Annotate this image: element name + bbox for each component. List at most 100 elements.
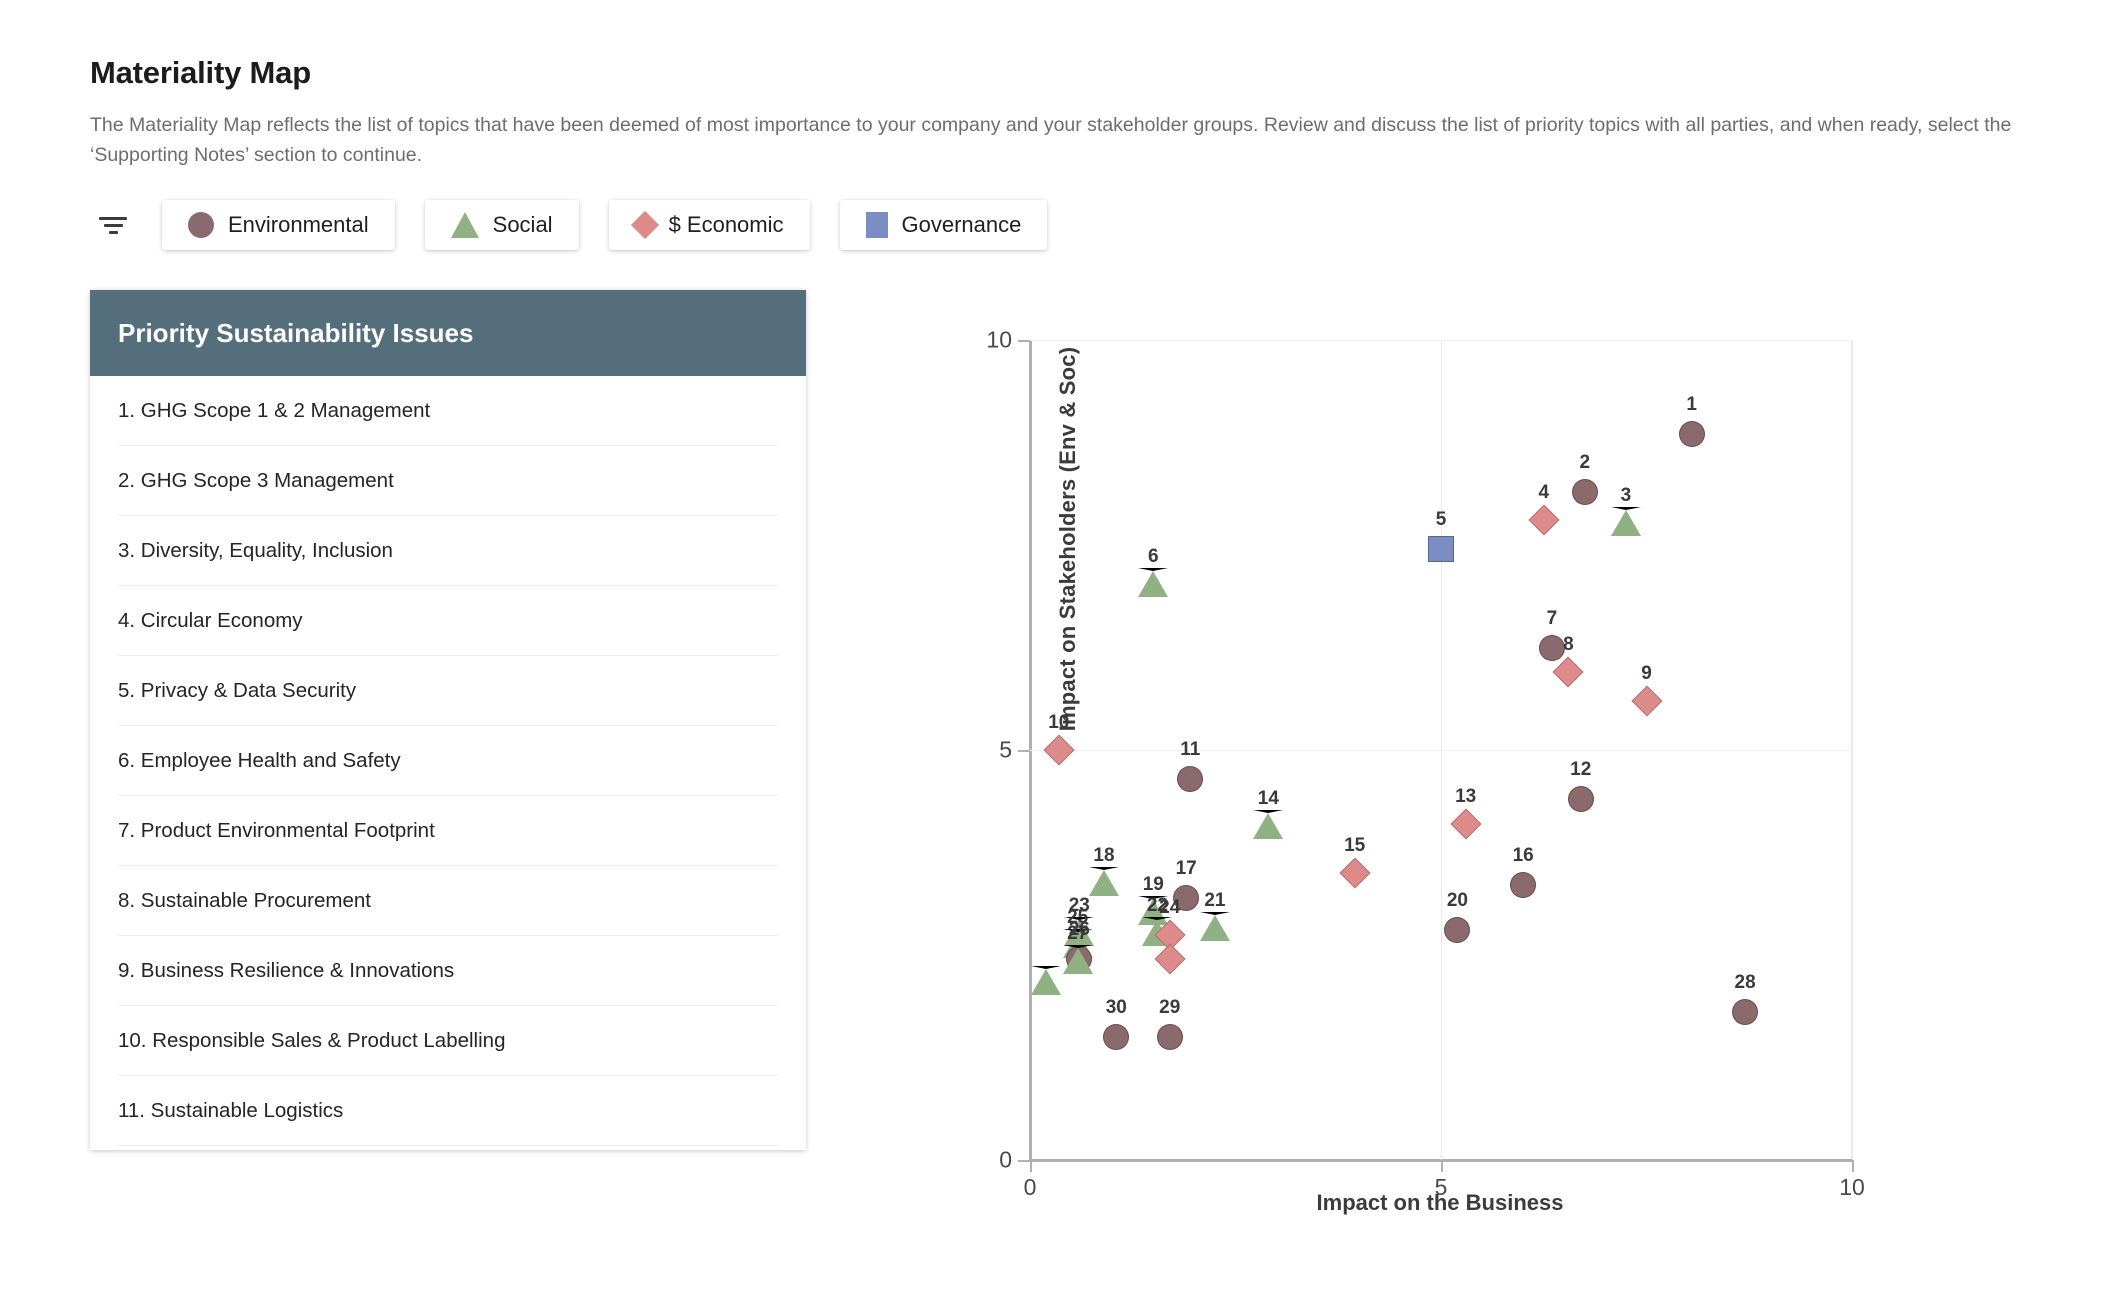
issue-label: 3. Diversity, Equality, Inclusion bbox=[118, 538, 393, 562]
scatter-point-17[interactable] bbox=[1173, 884, 1200, 911]
scatter-point-29[interactable] bbox=[1156, 1024, 1183, 1050]
scatter-point-18[interactable] bbox=[1088, 867, 1119, 897]
legend-chip-circle[interactable]: Environmental bbox=[162, 200, 395, 250]
scatter-point-label: 19 bbox=[1142, 874, 1164, 895]
gridline-vertical bbox=[1852, 340, 1853, 1160]
scatter-point-6[interactable] bbox=[1138, 568, 1169, 598]
scatter-point-label: 20 bbox=[1446, 890, 1469, 912]
x-axis-tick bbox=[1030, 1160, 1032, 1172]
priority-issues-panel: Priority Sustainability Issues 1. GHG Sc… bbox=[90, 290, 806, 1150]
issue-label: 9. Business Resilience & Innovations bbox=[118, 958, 455, 982]
issue-list-item[interactable]: 4. Circular Economy bbox=[118, 586, 778, 656]
scatter-point-10[interactable] bbox=[1043, 734, 1075, 766]
x-axis-tick-label: 0 bbox=[1023, 1174, 1037, 1200]
issue-list-item[interactable]: 9. Business Resilience & Innovations bbox=[118, 936, 778, 1006]
scatter-point-label: 29 bbox=[1159, 997, 1181, 1018]
legend-filter-bar: Environmental Social $ Economic Governance bbox=[90, 200, 1077, 250]
scatter-point-24b[interactable] bbox=[1154, 943, 1186, 975]
scatter-point-label: 3 bbox=[1620, 484, 1632, 506]
materiality-scatter-chart: Impact on Stakeholders (Env & Soc) Impac… bbox=[880, 290, 2060, 1270]
scatter-point-21[interactable] bbox=[1199, 912, 1230, 942]
y-axis-tick-label: 0 bbox=[999, 1146, 1012, 1173]
scatter-point-2[interactable] bbox=[1571, 478, 1598, 505]
issue-list-item[interactable]: 1. GHG Scope 1 & 2 Management bbox=[118, 376, 778, 446]
scatter-point-11[interactable] bbox=[1177, 765, 1204, 792]
scatter-point-27[interactable] bbox=[1062, 945, 1093, 975]
scatter-point-20[interactable] bbox=[1444, 917, 1471, 944]
materiality-map-page: Materiality Map The Materiality Map refl… bbox=[0, 0, 2108, 1291]
scatter-point-label: 23 bbox=[1068, 894, 1090, 916]
legend-chip-triangle[interactable]: Social bbox=[424, 200, 579, 250]
scatter-point-label: 15 bbox=[1344, 835, 1366, 856]
scatter-point-label: 18 bbox=[1093, 845, 1115, 867]
x-axis-tick bbox=[1852, 1160, 1854, 1172]
issue-label: 5. Privacy & Data Security bbox=[118, 678, 357, 702]
issue-list-item[interactable]: 2. GHG Scope 3 Management bbox=[118, 446, 778, 516]
plot-area: 0 5 10 0 5 10 1 2 3 4 5 6 7 8 9 10 11 12 13 14 15 16 17 18 19 20 2… bbox=[986, 327, 1864, 1201]
issue-label: 6. Employee Health and Safety bbox=[118, 748, 401, 772]
filter-icon[interactable] bbox=[90, 208, 136, 242]
scatter-point-3[interactable] bbox=[1610, 506, 1641, 536]
x-axis-tick-label: 5 bbox=[1434, 1174, 1448, 1200]
scatter-point-9[interactable] bbox=[1630, 685, 1663, 717]
legend-chip-square[interactable]: Governance bbox=[839, 200, 1048, 250]
scatter-point-4[interactable] bbox=[1528, 504, 1560, 536]
scatter-point-8[interactable] bbox=[1552, 656, 1584, 688]
y-axis-tick bbox=[1018, 750, 1030, 752]
scatter-point-label: 6 bbox=[1148, 546, 1159, 567]
priority-issues-header: Priority Sustainability Issues bbox=[90, 290, 806, 376]
x-axis-tick-label: 10 bbox=[1839, 1174, 1865, 1200]
legend-label: Environmental bbox=[228, 212, 369, 237]
page-title: Materiality Map bbox=[90, 55, 311, 90]
scatter-point-label: 13 bbox=[1455, 785, 1477, 807]
issue-list-item[interactable]: 10. Responsible Sales & Product Labellin… bbox=[118, 1006, 778, 1076]
priority-issues-list: 1. GHG Scope 1 & 2 Management 2. GHG Scop… bbox=[90, 376, 806, 1150]
scatter-point-label: 10 bbox=[1048, 712, 1070, 733]
gridline-horizontal bbox=[1030, 750, 1852, 751]
issue-list-item[interactable]: 8. Sustainable Procurement bbox=[118, 866, 778, 936]
scatter-point-label: 30 bbox=[1105, 997, 1127, 1018]
legend-chip-diamond[interactable]: $ Economic bbox=[608, 200, 810, 250]
scatter-point-5[interactable] bbox=[1428, 536, 1454, 563]
legend-label: $ Economic bbox=[668, 212, 784, 237]
square-icon bbox=[865, 212, 888, 238]
y-axis-tick-label: 5 bbox=[999, 736, 1012, 763]
scatter-point-14[interactable] bbox=[1253, 809, 1284, 839]
scatter-point-30[interactable] bbox=[1103, 1024, 1130, 1050]
scatter-point-13[interactable] bbox=[1450, 808, 1482, 840]
scatter-point-label: 9 bbox=[1641, 662, 1652, 684]
issue-label: 8. Sustainable Procurement bbox=[118, 888, 371, 912]
issue-label: 4. Circular Economy bbox=[118, 608, 303, 632]
priority-issues-title: Priority Sustainability Issues bbox=[118, 317, 474, 348]
issue-list-item[interactable]: 3. Diversity, Equality, Inclusion bbox=[118, 516, 778, 586]
diamond-icon bbox=[630, 210, 659, 240]
scatter-point-12[interactable] bbox=[1567, 786, 1594, 813]
circle-icon bbox=[188, 212, 214, 238]
legend-label: Social bbox=[492, 212, 553, 237]
issue-label: 2. GHG Scope 3 Management bbox=[118, 468, 394, 492]
page-description: The Materiality Map reflects the list of… bbox=[90, 114, 2012, 167]
issue-list-item[interactable]: 11. Sustainable Logistics bbox=[118, 1076, 778, 1146]
scatter-point-label: 4 bbox=[1538, 482, 1550, 504]
issue-list-item[interactable]: 7. Product Environmental Footprint bbox=[118, 796, 778, 866]
scatter-point-28[interactable] bbox=[1732, 999, 1759, 1026]
legend-label: Governance bbox=[901, 212, 1022, 237]
scatter-point-label: 17 bbox=[1175, 857, 1197, 879]
issue-label: 11. Sustainable Logistics bbox=[118, 1098, 344, 1122]
legend-chip-group: Environmental Social $ Economic Governance bbox=[162, 200, 1077, 250]
issue-list-item[interactable]: 6. Employee Health and Safety bbox=[118, 726, 778, 796]
scatter-point-label: 12 bbox=[1570, 759, 1592, 781]
scatter-point-1[interactable] bbox=[1678, 421, 1705, 448]
scatter-point-label: 7 bbox=[1546, 607, 1558, 629]
issue-label: 1. GHG Scope 1 & 2 Management bbox=[118, 398, 431, 422]
scatter-point-27b[interactable] bbox=[1031, 965, 1062, 995]
triangle-icon bbox=[450, 212, 479, 238]
scatter-point-label: 14 bbox=[1257, 787, 1279, 809]
scatter-point-16[interactable] bbox=[1510, 872, 1537, 899]
scatter-point-label: 21 bbox=[1204, 890, 1226, 912]
scatter-point-7[interactable] bbox=[1538, 634, 1565, 661]
issue-list-item[interactable]: 5. Privacy & Data Security bbox=[118, 656, 778, 726]
gridline-horizontal bbox=[1030, 340, 1852, 341]
scatter-point-label: 16 bbox=[1512, 845, 1534, 867]
scatter-point-15[interactable] bbox=[1339, 857, 1371, 889]
